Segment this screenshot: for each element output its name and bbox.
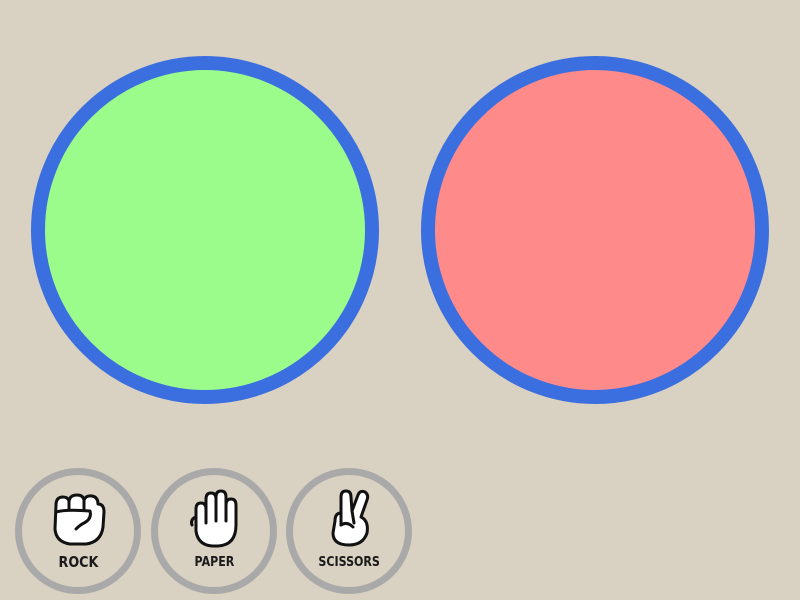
rock-label: ROCK: [58, 553, 98, 571]
game-arena: [0, 0, 800, 440]
scissors-button[interactable]: SCISSORS: [286, 468, 412, 594]
open-hand-icon: [190, 489, 238, 548]
opponent-choice-circle: [421, 56, 769, 404]
paper-button[interactable]: PAPER: [151, 468, 277, 594]
peace-hand-icon: [331, 489, 370, 547]
fist-icon: [53, 493, 106, 546]
choice-buttons: ROCK PAPER SCISSORS: [0, 460, 420, 600]
player-choice-circle: [31, 56, 379, 404]
rock-button[interactable]: ROCK: [15, 468, 141, 594]
paper-label: PAPER: [194, 555, 234, 570]
scissors-label: SCISSORS: [318, 555, 380, 570]
